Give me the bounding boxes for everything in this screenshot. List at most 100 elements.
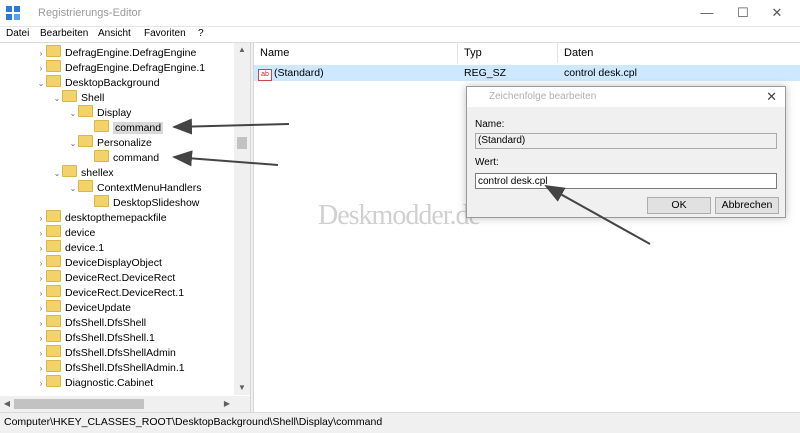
collapse-icon[interactable]: ⌄ [52, 166, 62, 181]
expand-icon[interactable]: › [36, 256, 46, 271]
menu-ansicht[interactable]: Ansicht [98, 27, 131, 41]
tree-item[interactable]: › DeviceDisplayObject [36, 255, 162, 270]
tree-item[interactable]: › DfsShell.DfsShellAdmin.1 [36, 360, 185, 375]
name-label: Name: [475, 119, 505, 130]
folder-icon [46, 270, 61, 282]
expand-icon[interactable]: › [36, 331, 46, 346]
collapse-icon[interactable]: ⌄ [68, 181, 78, 196]
menu-bearbeiten[interactable]: Bearbeiten [40, 27, 88, 41]
tree-item[interactable]: › device.1 [36, 240, 104, 255]
tree-item-label: DfsShell.DfsShellAdmin.1 [65, 362, 185, 374]
expand-icon[interactable]: › [36, 226, 46, 241]
scroll-right-icon[interactable]: ▶ [220, 396, 234, 412]
tree-item[interactable]: › desktopthemepackfile [36, 210, 167, 225]
tree-item[interactable]: › DeviceRect.DeviceRect [36, 270, 175, 285]
menu-help[interactable]: ? [198, 27, 204, 41]
value-row[interactable]: ab (Standard) REG_SZ control desk.cpl [254, 65, 800, 81]
tree-item-label: desktopthemepackfile [65, 212, 167, 224]
ok-button[interactable]: OK [647, 197, 711, 214]
tree-item[interactable]: ⌄ Display [68, 105, 131, 120]
expand-icon[interactable]: › [36, 211, 46, 226]
tree-horizontal-scrollbar[interactable]: ◀ ▶ [0, 396, 250, 412]
scroll-left-icon[interactable]: ◀ [0, 396, 14, 412]
tree-item[interactable]: command [84, 150, 159, 165]
watermark: Deskmodder.de [318, 200, 481, 231]
collapse-icon[interactable]: ⌄ [68, 106, 78, 121]
expand-icon[interactable]: › [36, 286, 46, 301]
menu-datei[interactable]: Datei [6, 27, 29, 41]
folder-icon [94, 195, 109, 207]
scroll-up-icon[interactable]: ▲ [234, 43, 250, 57]
folder-icon [78, 180, 93, 192]
scroll-thumb[interactable] [237, 137, 247, 149]
menu-bar: Datei Bearbeiten Ansicht Favoriten ? [0, 27, 800, 41]
tree-item[interactable]: ⌄ ContextMenuHandlers [68, 180, 201, 195]
collapse-icon[interactable]: ⌄ [52, 91, 62, 106]
tree-item[interactable]: › DeviceRect.DeviceRect.1 [36, 285, 184, 300]
expand-icon[interactable]: › [36, 316, 46, 331]
value-name: (Standard) [274, 67, 324, 79]
tree-item[interactable]: › DefragEngine.DefragEngine [36, 45, 196, 60]
folder-icon [62, 90, 77, 102]
tree-item-label: DeviceRect.DeviceRect [65, 272, 176, 284]
folder-icon [46, 225, 61, 237]
collapse-icon[interactable]: ⌄ [36, 76, 46, 91]
expand-icon[interactable]: › [36, 241, 46, 256]
scroll-thumb[interactable] [14, 399, 144, 409]
expand-icon[interactable]: › [36, 46, 46, 61]
cancel-button[interactable]: Abbrechen [715, 197, 779, 214]
tree-item[interactable]: ⌄ shellex [52, 165, 114, 180]
tree-item-label: DefragEngine.DefragEngine.1 [65, 62, 206, 74]
folder-icon [78, 135, 93, 147]
tree-item-label: Personalize [97, 137, 152, 149]
expand-icon[interactable]: › [36, 271, 46, 286]
expand-icon[interactable]: › [36, 301, 46, 316]
tree-item[interactable]: › DefragEngine.DefragEngine.1 [36, 60, 205, 75]
menu-favoriten[interactable]: Favoriten [144, 27, 186, 41]
tree-item[interactable]: › DfsShell.DfsShell.1 [36, 330, 155, 345]
tree-item[interactable]: DesktopSlideshow [84, 195, 199, 210]
tree-item-label: DfsShell.DfsShell.1 [65, 332, 155, 344]
expand-icon[interactable]: › [36, 361, 46, 376]
column-header-data[interactable]: Daten [558, 43, 800, 63]
dialog-title-bar: Zeichenfolge bearbeiten ✕ [467, 87, 785, 107]
column-header-name[interactable]: Name [254, 43, 458, 63]
value-input[interactable] [475, 173, 777, 189]
tree-item-label: DfsShell.DfsShell [65, 317, 147, 329]
dialog-close-icon[interactable]: ✕ [766, 89, 777, 105]
tree-item-label: Shell [81, 92, 105, 104]
folder-icon [46, 285, 61, 297]
tree-item[interactable]: › DfsShell.DfsShellAdmin [36, 345, 176, 360]
value-label: Wert: [475, 157, 499, 168]
folder-icon [46, 375, 61, 387]
folder-icon [46, 345, 61, 357]
tree-item-label: DefragEngine.DefragEngine [65, 47, 197, 59]
value-data: control desk.cpl [564, 67, 637, 79]
tree-item-label: device [65, 227, 96, 239]
tree-item[interactable]: › DeviceUpdate [36, 300, 131, 315]
folder-icon [46, 60, 61, 72]
tree-item-label: Diagnostic.Cabinet [65, 377, 154, 389]
tree-item[interactable]: › Diagnostic.Cabinet [36, 375, 153, 390]
value-name-cell: ab (Standard) [258, 65, 324, 81]
tree-item[interactable]: ⌄ Personalize [68, 135, 152, 150]
tree-item[interactable]: ⌄ Shell [52, 90, 104, 105]
tree-item[interactable]: ⌄ DesktopBackground [36, 75, 160, 90]
scroll-down-icon[interactable]: ▼ [234, 381, 250, 395]
tree-item[interactable]: › DfsShell.DfsShell [36, 315, 146, 330]
tree-item-selected[interactable]: command [84, 120, 164, 135]
folder-icon [46, 330, 61, 342]
expand-icon[interactable]: › [36, 346, 46, 361]
close-button[interactable]: ✕ [754, 0, 800, 26]
tree-item-label: DeviceRect.DeviceRect.1 [65, 287, 185, 299]
tree-vertical-scrollbar[interactable]: ▲ ▼ [234, 43, 250, 395]
expand-icon[interactable]: › [36, 61, 46, 76]
tree-item-label: ContextMenuHandlers [97, 182, 202, 194]
folder-icon [46, 255, 61, 267]
expand-icon[interactable]: › [36, 376, 46, 391]
dialog-title: Zeichenfolge bearbeiten [489, 91, 597, 102]
collapse-icon[interactable]: ⌄ [68, 136, 78, 151]
column-header-type[interactable]: Typ [458, 43, 558, 63]
tree-item[interactable]: › device [36, 225, 95, 240]
folder-icon [46, 315, 61, 327]
